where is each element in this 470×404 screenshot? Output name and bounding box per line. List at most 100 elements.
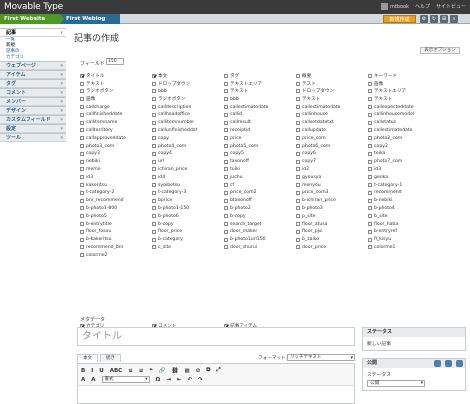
sidebar-section-entries[interactable]: 記事 [0,28,66,37]
checkbox[interactable] [80,81,84,86]
checkbox[interactable] [152,175,156,180]
checkbox[interactable] [152,159,156,164]
checkbox[interactable] [296,214,300,219]
checkbox[interactable] [296,112,300,117]
tab-more[interactable]: 続き [100,354,121,362]
field-checkbox[interactable]: id3 [80,173,93,181]
field-checkbox[interactable]: callitemname [80,119,117,127]
checkbox[interactable] [80,206,84,211]
checkbox[interactable] [224,222,228,227]
field-checkbox[interactable]: recommend_bnr [80,244,124,252]
checkbox[interactable] [152,229,156,234]
checkbox[interactable] [152,81,156,86]
field-checkbox[interactable]: teika [368,150,385,158]
checkbox[interactable] [224,120,228,125]
checkbox[interactable] [296,89,300,94]
field-checkbox[interactable]: copy [152,134,169,142]
field-checkbox[interactable]: b-entryref [368,228,397,236]
checkbox[interactable] [152,198,156,203]
checkbox[interactable] [80,245,84,250]
format-select[interactable]: リッチテキスト [287,354,355,361]
sidebar-section-pages[interactable]: ウェブページ [0,61,66,70]
checkbox[interactable] [224,167,228,172]
field-checkbox[interactable]: price_com [296,134,326,142]
checkbox[interactable] [80,183,84,188]
checkbox[interactable] [80,120,84,125]
checkbox[interactable] [152,97,156,102]
field-checkbox[interactable]: b_zaiko [296,236,319,244]
checkbox[interactable] [80,253,84,258]
checkbox[interactable] [296,97,300,102]
field-checkbox[interactable]: 概要 [296,72,311,80]
toolbar-button[interactable]: ↶ [187,377,192,383]
checkbox[interactable] [296,81,300,86]
field-checkbox[interactable]: b-nebiki [368,197,392,205]
field-checkbox[interactable]: callheadoffice [152,111,190,119]
field-checkbox[interactable]: b-photo4 [368,205,395,213]
user-link[interactable]: mtbook [380,3,409,10]
field-checkbox[interactable]: id2 [296,166,309,174]
field-checkbox[interactable]: floor_fosou [80,228,111,236]
checkbox[interactable] [224,81,228,86]
field-checkbox[interactable]: juchu [224,173,243,181]
checkbox[interactable] [80,159,84,164]
checkbox[interactable] [296,229,300,234]
field-checkbox[interactable]: t-category-3 [152,189,186,197]
field-checkbox[interactable]: id3 [368,166,381,174]
checkbox[interactable] [80,128,84,133]
checkbox[interactable] [224,198,228,203]
field-checkbox[interactable]: floor_price [152,228,182,236]
field-checkbox[interactable]: b-photo2 [224,205,251,213]
field-checkbox[interactable]: ドロップダウン [296,88,334,96]
checkbox[interactable] [80,214,84,219]
field-checkbox[interactable]: ラジオボタン [152,95,185,103]
field-checkbox[interactable]: callfinisheddate [80,111,122,119]
field-checkbox[interactable]: callunfinisheddat [152,127,197,135]
checkbox[interactable] [224,97,228,102]
checkbox[interactable] [152,206,156,211]
field-checkbox[interactable]: nebiki [80,158,100,166]
field-checkbox[interactable]: テキスト [80,80,104,88]
toolbar-button[interactable]: ▦ [185,368,190,374]
field-checkbox[interactable]: copy2 [368,142,388,150]
help-link[interactable]: ヘルプ [415,3,430,10]
field-checkbox[interactable]: floor_pjsi [296,228,323,236]
checkbox[interactable] [368,97,372,102]
field-checkbox[interactable]: menyou [296,181,321,189]
toolbar-button[interactable]: ⇥ [166,377,171,383]
field-checkbox[interactable]: url [152,158,164,166]
field-checkbox[interactable]: door_price [296,244,326,252]
checkbox[interactable] [224,190,228,195]
field-checkbox[interactable]: ichiran_price [152,166,187,174]
field-checkbox[interactable]: callresult [224,119,251,127]
field-checkbox[interactable]: テキスト [368,95,392,103]
checkbox[interactable] [80,190,84,195]
field-checkbox[interactable]: callsetdatetxt [296,119,334,127]
field-checkbox[interactable]: calldescription [152,103,191,111]
checkbox[interactable] [224,136,228,141]
field-checkbox[interactable]: b-photo5 [80,212,107,220]
checkbox[interactable] [368,73,372,78]
field-checkbox[interactable]: photo7_com [368,158,402,166]
checkbox[interactable] [296,245,300,250]
toolbar-button[interactable]: A [81,377,85,383]
checkbox[interactable] [296,136,300,141]
field-checkbox[interactable]: ラジオボタン [80,88,113,96]
field-checkbox[interactable]: テキスト [296,95,320,103]
field-checkbox[interactable]: テキスト [224,88,248,96]
checkbox[interactable] [296,206,300,211]
checkbox[interactable] [224,89,228,94]
checkbox[interactable] [296,120,300,125]
view-icon[interactable]: ⊞ [440,15,448,23]
field-checkbox[interactable]: bbb [152,88,167,96]
search-icon[interactable]: ⌕ [450,15,458,23]
checkbox[interactable] [224,159,228,164]
checkbox[interactable] [368,222,372,227]
checkbox[interactable] [152,136,156,141]
checkbox[interactable] [152,190,156,195]
settings-icon[interactable]: ⚙ [420,15,428,23]
toolbar-button[interactable]: ≡ [128,368,133,374]
checkbox[interactable] [296,128,300,133]
checkbox[interactable] [152,73,156,78]
field-checkbox[interactable]: bbb [224,95,239,103]
